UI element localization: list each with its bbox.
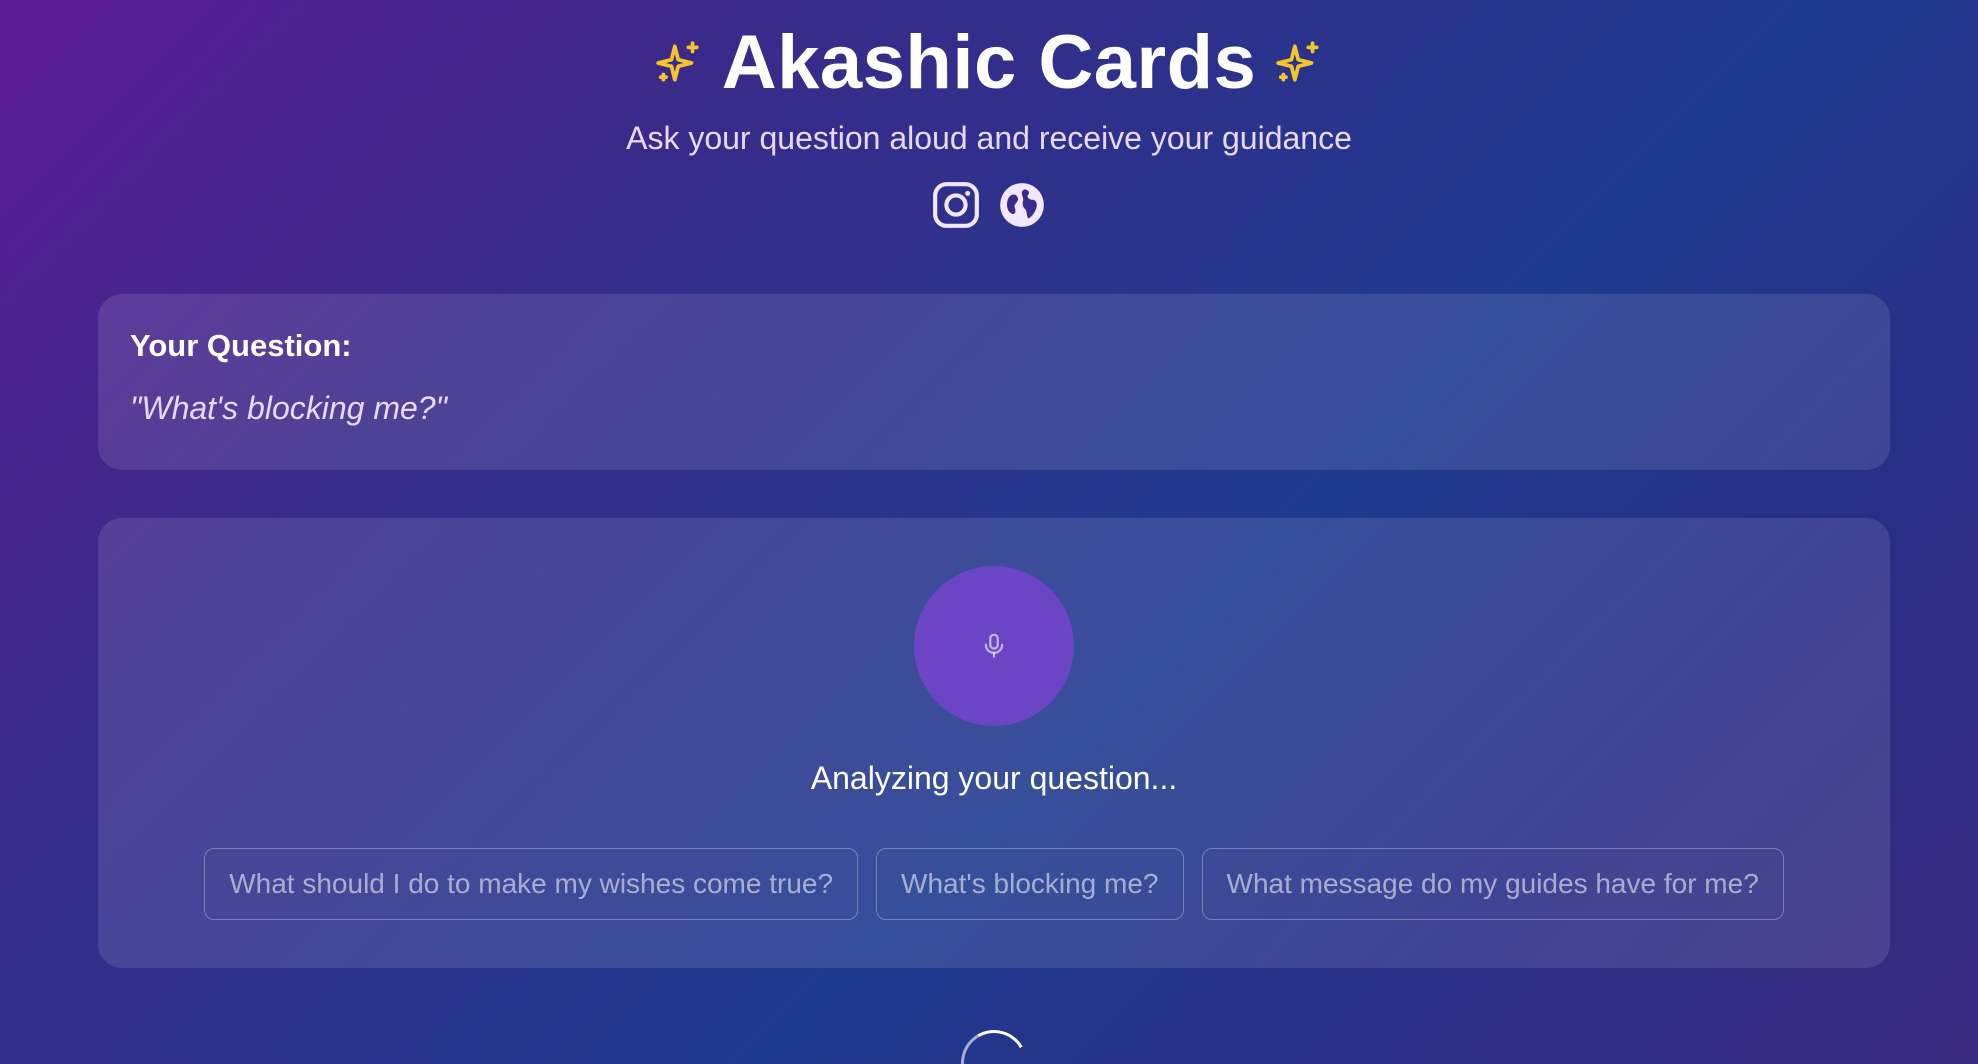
suggestion-button[interactable]: What should I do to make my wishes come … [204,848,859,920]
social-links [0,180,1978,230]
instagram-icon[interactable] [931,180,981,230]
question-text: "What's blocking me?" [130,390,447,426]
question-label: Your Question: [130,328,352,363]
sparkles-icon [1276,40,1319,82]
suggested-questions: What should I do to make my wishes come … [98,848,1890,920]
loading-spinner [953,1022,1035,1064]
app-title: Akashic Cards [721,20,1257,105]
status-text: Analyzing your question... [810,760,1178,796]
question-card: Your Question: "What's blocking me?" [98,294,1890,470]
sparkles-icon [656,40,699,82]
microphone-icon [984,633,1004,658]
suggestion-button[interactable]: What's blocking me? [876,848,1184,920]
page-header: Akashic Cards [0,20,1978,105]
voice-input-card: Analyzing your question... What should I… [98,518,1890,968]
page-subtitle: Ask your question aloud and receive your… [626,120,1352,156]
suggestion-button[interactable]: What message do my guides have for me? [1201,848,1784,920]
globe-icon[interactable] [997,180,1047,230]
microphone-button[interactable] [914,566,1074,726]
